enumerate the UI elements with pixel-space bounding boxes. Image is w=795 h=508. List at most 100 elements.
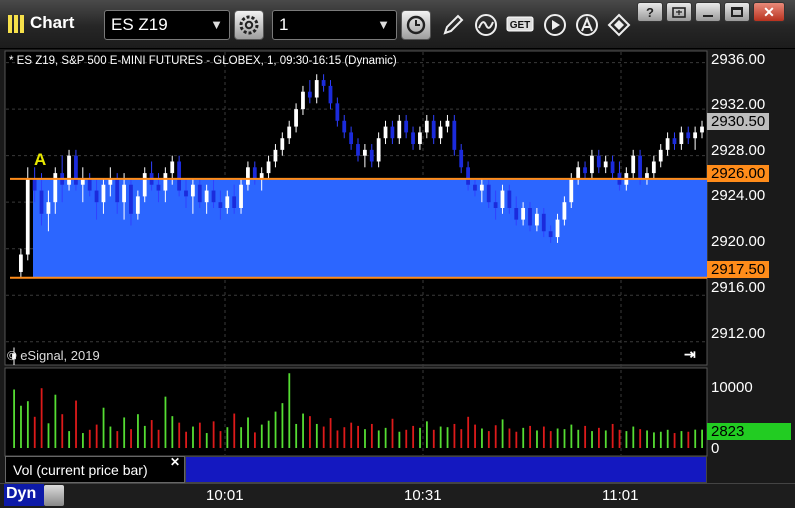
volume-bar	[501, 419, 504, 448]
volume-bar	[288, 373, 291, 448]
interval-selector[interactable]: 1 ▼	[272, 10, 397, 40]
candle-body	[280, 138, 285, 150]
volume-bar	[357, 425, 359, 448]
volume-bar	[563, 429, 566, 448]
candle-body	[700, 126, 704, 133]
candle-body	[658, 149, 663, 162]
volume-bar	[494, 425, 497, 448]
window-title: Chart	[30, 13, 75, 32]
candle-body	[631, 155, 636, 174]
volume-bar	[247, 417, 249, 448]
volume-bar	[274, 411, 277, 448]
volume-bar	[556, 428, 559, 448]
link-diamond-icon	[607, 13, 631, 37]
volume-bar	[150, 420, 153, 448]
candle-body	[493, 202, 498, 208]
candle-body	[376, 138, 381, 162]
volume-bar	[584, 425, 587, 448]
alerts-button[interactable]	[572, 10, 602, 40]
maximize-button[interactable]	[724, 2, 750, 22]
volume-bar	[673, 433, 676, 448]
candle-body	[362, 149, 367, 156]
study-wave-icon	[475, 14, 497, 36]
candle-body	[135, 196, 140, 214]
price-tick: 2924.00	[711, 187, 766, 204]
volume-bar	[102, 407, 105, 448]
minimize-button[interactable]	[695, 2, 721, 22]
price-tick: 2928.00	[711, 142, 766, 159]
price-tick: 2932.00	[711, 96, 766, 113]
candle-body	[122, 184, 126, 203]
volume-bar	[109, 426, 112, 448]
symbol-value: ES Z19	[111, 15, 168, 34]
volume-bar	[26, 401, 29, 448]
text-marker-a[interactable]: A	[34, 150, 46, 170]
volume-bar	[329, 418, 332, 448]
lock-icon[interactable]	[44, 485, 64, 506]
support-zone	[33, 178, 707, 278]
candle-body	[679, 132, 684, 145]
candle-body	[170, 161, 175, 174]
volume-bar	[143, 425, 146, 448]
candle-body	[445, 120, 450, 127]
volume-bar	[515, 431, 518, 448]
volume-bar	[40, 388, 43, 448]
candle-body	[335, 103, 340, 121]
volume-bar	[391, 418, 394, 448]
candle-body	[459, 149, 464, 168]
close-study-icon[interactable]: ✕	[170, 455, 180, 469]
volume-bar	[694, 429, 697, 448]
volume-bar	[529, 425, 531, 448]
volume-bar	[116, 431, 119, 448]
volume-bar	[198, 422, 201, 448]
time-tick: 11:01	[602, 487, 639, 504]
volume-bar	[185, 431, 187, 448]
candle-body	[555, 219, 560, 238]
dynamic-mode-button[interactable]: Dyn	[4, 484, 44, 506]
volume-bar	[419, 427, 421, 448]
help-button[interactable]: ?	[637, 2, 663, 22]
symbol-selector[interactable]: ES Z19 ▼	[104, 10, 230, 40]
last-price-tag: 2930.50	[707, 113, 770, 130]
candle-body	[94, 190, 99, 203]
link-button[interactable]	[604, 10, 634, 40]
pencil-icon	[443, 14, 464, 35]
close-button[interactable]: ✕	[753, 2, 785, 22]
candle-body	[507, 190, 512, 208]
candle-body	[356, 144, 360, 156]
symbol-settings-button[interactable]	[234, 10, 264, 40]
copyright-text: © eSignal, 2019	[7, 348, 100, 363]
volume-bar	[467, 416, 470, 448]
volume-bar	[322, 426, 325, 448]
candle-body	[46, 202, 51, 214]
svg-text:GET: GET	[510, 20, 531, 31]
restore-button[interactable]	[666, 2, 692, 22]
get-data-button[interactable]: GET	[505, 10, 535, 40]
draw-tool-button[interactable]	[438, 10, 468, 40]
candle-body	[479, 184, 484, 191]
volume-bar	[659, 431, 662, 448]
candle-body	[294, 109, 298, 127]
candle-body	[665, 138, 670, 150]
volume-bar	[54, 394, 57, 448]
candle-body	[369, 149, 374, 162]
volume-bar	[632, 426, 635, 448]
volume-bar	[192, 426, 194, 448]
candle-body	[328, 85, 333, 104]
chart-canvas[interactable]	[0, 50, 795, 483]
scroll-to-end-icon[interactable]: ⇥	[684, 346, 696, 363]
interval-settings-button[interactable]	[401, 10, 431, 40]
volume-bar	[295, 423, 298, 448]
candle-body	[466, 167, 470, 185]
candle-body	[686, 132, 691, 139]
candle-body	[39, 190, 44, 214]
play-button[interactable]	[540, 10, 570, 40]
studies-button[interactable]	[471, 10, 501, 40]
get-icon: GET	[506, 16, 534, 32]
volume-tick: 10000	[711, 379, 753, 396]
price-tick: 2936.00	[711, 51, 766, 68]
play-icon	[544, 14, 566, 36]
volume-bar	[453, 423, 456, 448]
current-volume-tag: 2823	[707, 423, 791, 440]
candle-body	[266, 161, 271, 174]
